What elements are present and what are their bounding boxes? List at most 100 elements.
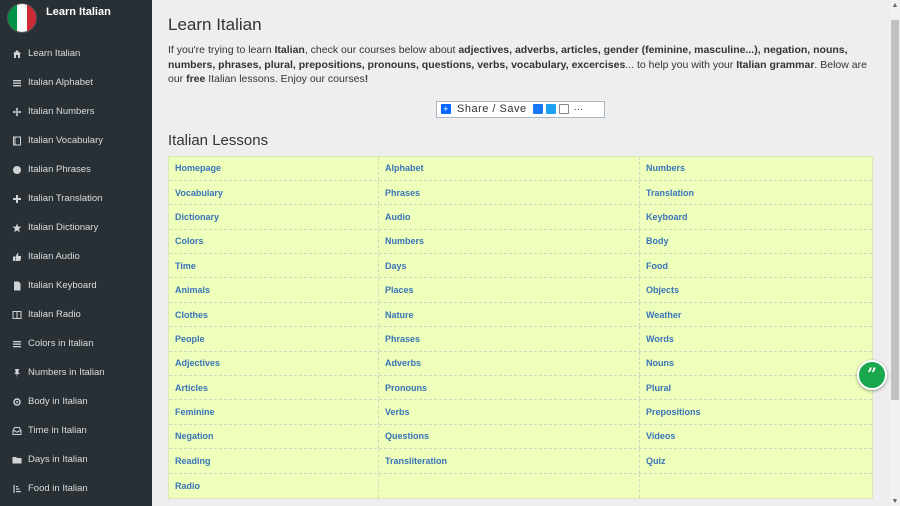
plus-icon <box>11 193 23 205</box>
lesson-link[interactable]: Homepage <box>169 156 379 180</box>
lesson-link[interactable]: Audio <box>379 205 640 229</box>
lesson-link[interactable]: Animals <box>169 278 379 302</box>
sidebar-item-numbers-in-italian[interactable]: Numbers in Italian <box>0 358 152 387</box>
lesson-link[interactable]: Phrases <box>379 180 640 205</box>
twitter-icon[interactable] <box>545 104 556 114</box>
scrollbar[interactable]: ▲ ▼ <box>890 0 900 506</box>
sidebar-item-food-in-italian[interactable]: Food in Italian <box>0 474 152 503</box>
lesson-link[interactable]: Verbs <box>379 400 640 424</box>
lesson-link[interactable]: Nouns <box>640 352 872 375</box>
table-row: Colors Numbers Body <box>169 229 872 255</box>
lesson-link[interactable]: Alphabet <box>379 156 640 180</box>
table-row: Clothes Nature Weather <box>169 302 872 328</box>
lesson-link[interactable]: Articles <box>169 376 379 400</box>
lesson-link[interactable]: Nature <box>379 302 640 327</box>
sidebar-item-label: Italian Numbers <box>28 106 95 117</box>
sidebar-item-italian-dictionary[interactable]: Italian Dictionary <box>0 213 152 242</box>
lesson-link[interactable]: Keyboard <box>640 205 872 228</box>
sidebar-item-italian-translation[interactable]: Italian Translation <box>0 184 152 213</box>
lesson-link[interactable]: Time <box>169 254 379 278</box>
lesson-link[interactable]: Objects <box>640 278 872 301</box>
sidebar-item-label: Italian Translation <box>28 193 103 204</box>
lesson-link[interactable]: Feminine <box>169 400 379 424</box>
sidebar-item-label: Numbers in Italian <box>28 367 105 378</box>
lesson-link[interactable]: Weather <box>640 303 872 326</box>
lesson-link[interactable]: Words <box>640 327 872 350</box>
more-icon[interactable]: … <box>572 103 586 114</box>
lesson-link[interactable]: Body <box>640 230 872 253</box>
sidebar-item-time-in-italian[interactable]: Time in Italian <box>0 416 152 445</box>
page-title: Learn Italian <box>168 15 262 34</box>
lesson-link[interactable]: Prepositions <box>640 400 872 423</box>
table-row: Vocabulary Phrases Translation <box>169 180 872 206</box>
lesson-link[interactable]: Numbers <box>379 229 640 254</box>
facebook-icon[interactable] <box>532 104 543 114</box>
sidebar-item-days-in-italian[interactable]: Days in Italian <box>0 445 152 474</box>
table-row: Radio <box>169 473 872 498</box>
lesson-link[interactable]: Adverbs <box>379 351 640 376</box>
lesson-link[interactable]: Colors <box>169 229 379 254</box>
sidebar-item-body-in-italian[interactable]: Body in Italian <box>0 387 152 416</box>
gear-icon <box>11 396 23 408</box>
lesson-link[interactable]: Numbers <box>640 157 872 180</box>
lesson-link[interactable]: Reading <box>169 449 379 473</box>
list-icon <box>11 338 23 350</box>
brand[interactable]: Learn Italian <box>0 0 152 38</box>
sidebar-item-italian-vocabulary[interactable]: Italian Vocabulary <box>0 126 152 155</box>
share-save-button[interactable]: + Share / Save … <box>436 100 605 118</box>
italy-flag-logo <box>7 3 37 33</box>
lesson-link[interactable]: Dictionary <box>169 205 379 229</box>
lesson-link[interactable]: Places <box>379 278 640 302</box>
sidebar-item-italian-radio[interactable]: Italian Radio <box>0 300 152 329</box>
lesson-link[interactable]: Quiz <box>640 449 872 472</box>
scroll-down-arrow-icon[interactable]: ▼ <box>890 496 900 506</box>
scroll-thumb[interactable] <box>891 20 899 400</box>
lesson-link[interactable]: Vocabulary <box>169 180 379 205</box>
sidebar-item-learn-italian[interactable]: Learn Italian <box>0 39 152 68</box>
lesson-link[interactable]: Days <box>379 254 640 278</box>
sidebar-item-italian-alphabet[interactable]: Italian Alphabet <box>0 68 152 97</box>
lesson-link[interactable]: Transliteration <box>379 449 640 473</box>
table-cell-empty <box>640 474 872 498</box>
sidebar-item-label: Colors in Italian <box>28 338 94 349</box>
move-icon <box>11 106 23 118</box>
sidebar-item-colors-in-italian[interactable]: Colors in Italian <box>0 329 152 358</box>
lesson-link[interactable]: Adjectives <box>169 351 379 376</box>
share-plus-icon: + <box>441 104 451 114</box>
lesson-link[interactable]: Videos <box>640 425 872 448</box>
lessons-table: Homepage Alphabet Numbers Vocabulary Phrases… <box>168 155 873 499</box>
lessons-title: Italian Lessons <box>168 131 269 149</box>
sidebar-item-label: Days in Italian <box>28 454 88 465</box>
sidebar-item-label: Learn Italian <box>28 48 81 59</box>
lesson-link[interactable]: Negation <box>169 424 379 449</box>
sidebar-item-italian-keyboard[interactable]: Italian Keyboard <box>0 271 152 300</box>
sidebar-item-italian-numbers[interactable]: Italian Numbers <box>0 97 152 126</box>
lesson-link[interactable]: Food <box>640 254 872 277</box>
sidebar-item-label: Italian Dictionary <box>28 222 99 233</box>
lesson-link[interactable]: Translation <box>640 181 872 204</box>
scroll-up-arrow-icon[interactable]: ▲ <box>890 0 900 10</box>
lesson-link[interactable]: Radio <box>169 473 379 498</box>
share-icon[interactable] <box>558 104 569 114</box>
sidebar-item-label: Time in Italian <box>28 425 87 436</box>
pin-icon <box>11 367 23 379</box>
brand-title[interactable]: Learn Italian <box>46 6 111 18</box>
lesson-link[interactable]: Pronouns <box>379 376 640 400</box>
intro-text: If you're trying to learn Italian, check… <box>168 44 867 85</box>
lesson-link[interactable]: Clothes <box>169 302 379 327</box>
lesson-link[interactable]: People <box>169 327 379 351</box>
list-icon <box>11 77 23 89</box>
lesson-link[interactable]: Phrases <box>379 327 640 351</box>
lesson-link[interactable]: Plural <box>640 376 872 399</box>
lesson-link[interactable]: Questions <box>379 424 640 449</box>
sidebar-item-label: Italian Keyboard <box>28 280 97 291</box>
sidebar-item-label: Body in Italian <box>28 396 88 407</box>
home-icon <box>11 48 23 60</box>
sidebar-item-label: Italian Radio <box>28 309 81 320</box>
file-icon <box>11 280 23 292</box>
quote-icon[interactable]: ” <box>857 360 887 390</box>
sidebar-item-italian-phrases[interactable]: Italian Phrases <box>0 155 152 184</box>
share-label: Share / Save <box>457 103 527 115</box>
sort-icon <box>11 483 23 495</box>
sidebar-item-italian-audio[interactable]: Italian Audio <box>0 242 152 271</box>
